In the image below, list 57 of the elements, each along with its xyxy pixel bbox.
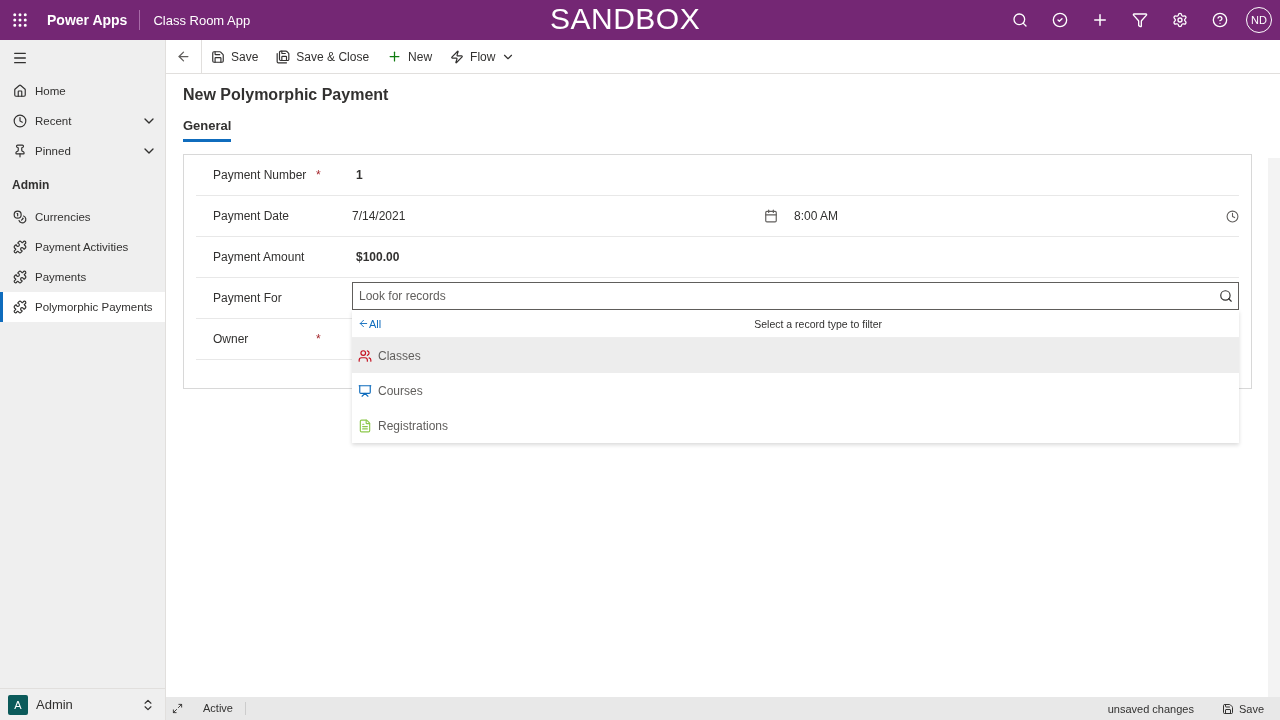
required-mark: * — [316, 167, 322, 182]
save-all-icon — [276, 49, 291, 64]
date-value[interactable]: 7/14/2021 — [352, 209, 764, 223]
unsaved-changes-text: unsaved changes — [1107, 702, 1194, 715]
command-button[interactable]: New — [378, 39, 442, 74]
field-label: Owner — [212, 331, 250, 346]
field-label: Payment Amount — [212, 249, 306, 264]
save-icon — [1221, 702, 1234, 715]
calendar-icon — [764, 209, 778, 223]
time-value[interactable]: 8:00 AM — [794, 209, 1226, 223]
command-button[interactable]: Flow — [441, 39, 525, 74]
people-icon — [358, 348, 372, 363]
nav-item[interactable]: Payment Activities — [0, 232, 165, 262]
nav-item[interactable]: Currencies — [0, 202, 165, 232]
lightning-icon — [450, 49, 465, 64]
puzzle-icon — [13, 300, 27, 314]
arrow-left-icon — [358, 318, 369, 329]
nav-item[interactable]: Home — [0, 76, 165, 106]
record-type-option[interactable]: Classes — [352, 338, 1239, 373]
area-icon: A — [8, 694, 28, 715]
home-icon — [13, 84, 27, 98]
field-label: Payment For — [212, 290, 283, 305]
puzzle-icon — [13, 270, 27, 284]
nav-item[interactable]: Pinned — [0, 136, 165, 166]
command-button[interactable]: Save — [202, 39, 268, 74]
record-type-option[interactable]: Registrations — [352, 408, 1239, 443]
form-title: New Polymorphic Payment — [183, 86, 390, 104]
brand-name[interactable]: Power Apps — [47, 10, 141, 30]
command-button[interactable]: Save & Close — [267, 39, 379, 74]
filter-hint: Select a record type to filter — [754, 317, 883, 330]
field-value[interactable]: 1 — [352, 168, 363, 182]
pin-icon — [13, 144, 27, 158]
presentation-icon — [358, 383, 372, 398]
coins-icon — [13, 210, 27, 224]
required-mark: * — [316, 331, 322, 346]
document-icon — [358, 418, 372, 433]
environment-label: SANDBOX — [550, 2, 701, 36]
clock-icon — [1226, 209, 1239, 223]
nav-item[interactable]: Payments — [0, 262, 165, 292]
field-label: Payment Number — [212, 167, 308, 182]
save-icon — [211, 49, 225, 64]
field-label: Payment Date — [212, 208, 291, 223]
search-icon — [1219, 289, 1233, 303]
plus-icon — [387, 49, 403, 64]
record-status: Active — [191, 702, 246, 715]
clock-icon — [13, 114, 27, 128]
puzzle-icon — [13, 240, 27, 254]
field-value[interactable]: $100.00 — [352, 250, 400, 264]
record-type-option[interactable]: Courses — [352, 373, 1239, 408]
status-save-button[interactable]: Save — [1215, 701, 1270, 716]
form-tab[interactable]: General — [183, 118, 232, 142]
nav-item[interactable]: Recent — [0, 106, 165, 136]
back-link[interactable]: All — [369, 317, 382, 330]
section-heading: Admin — [11, 177, 51, 194]
app-name: Class Room App — [153, 12, 251, 28]
nav-item[interactable]: Polymorphic Payments — [0, 292, 165, 322]
lookup-field[interactable]: Look for records — [352, 282, 1239, 310]
